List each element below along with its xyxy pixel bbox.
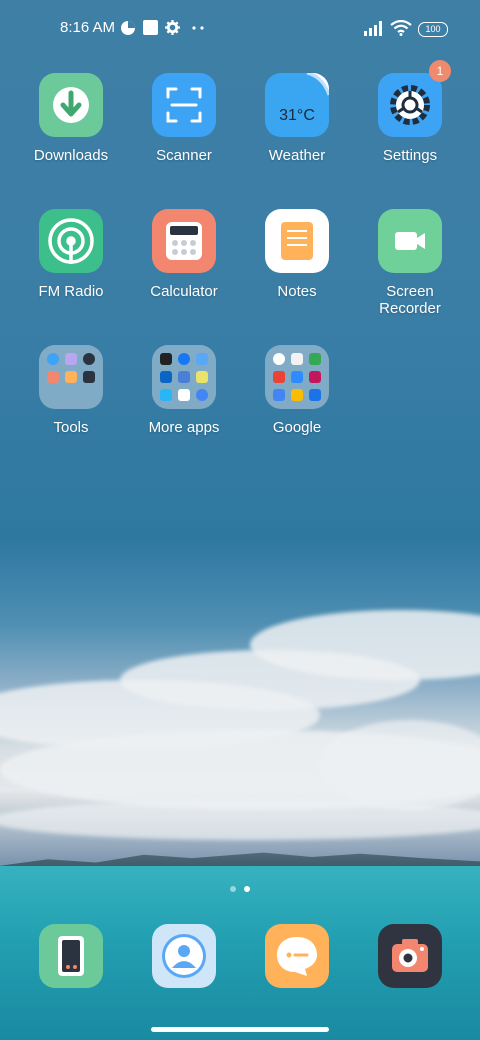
settings-notification-badge: 1	[429, 60, 451, 82]
battery-indicator: 100	[418, 22, 448, 37]
mini-app-icon	[178, 389, 190, 401]
mini-app-icon	[309, 389, 321, 401]
app-weather[interactable]: 31°C Weather	[247, 73, 347, 164]
signal-icon	[364, 21, 382, 36]
phone-app[interactable]	[39, 924, 103, 988]
mini-app-icon	[291, 389, 303, 401]
folder-label: Google	[272, 419, 322, 436]
tools-folder-icon	[39, 345, 103, 409]
app-label: Settings	[382, 147, 438, 164]
mini-app-icon	[47, 371, 59, 383]
mini-app-icon	[178, 353, 190, 365]
folder-label: Tools	[53, 419, 89, 436]
calculator-icon	[152, 209, 216, 273]
app-label: Notes	[277, 283, 317, 300]
mini-app-icon	[273, 389, 285, 401]
square-icon	[143, 20, 158, 35]
gear-icon	[165, 20, 180, 35]
mini-app-icon	[309, 371, 321, 383]
app-label: Screen Recorder	[379, 283, 441, 317]
app-notes[interactable]: Notes	[247, 209, 347, 300]
mini-app-icon	[160, 389, 172, 401]
radio-icon	[39, 209, 103, 273]
dock	[0, 924, 480, 988]
mini-app-icon	[291, 353, 303, 365]
phone-icon	[58, 936, 84, 976]
mini-app-icon	[160, 371, 172, 383]
app-label: FM Radio	[38, 283, 104, 300]
mini-app-icon	[65, 371, 77, 383]
folder-tools[interactable]: Tools	[21, 345, 121, 436]
folder-label: More apps	[148, 419, 220, 436]
mini-app-icon	[196, 371, 208, 383]
folder-google[interactable]: Google	[247, 345, 347, 436]
app-label: Downloads	[33, 147, 109, 164]
mini-app-icon	[309, 353, 321, 365]
mini-app-icon	[178, 371, 190, 383]
settings-icon	[378, 73, 442, 137]
mini-app-icon	[196, 389, 208, 401]
app-scanner[interactable]: Scanner	[134, 73, 234, 164]
scanner-icon	[152, 73, 216, 137]
gesture-navigation-bar[interactable]	[151, 1027, 329, 1032]
wifi-icon	[390, 20, 412, 36]
mini-app-icon	[273, 353, 285, 365]
more-apps-folder-icon	[152, 345, 216, 409]
camera-app[interactable]	[378, 924, 442, 988]
mini-app-icon	[83, 371, 95, 383]
notes-icon	[265, 209, 329, 273]
folder-more-apps[interactable]: More apps	[134, 345, 234, 436]
downloads-icon	[39, 73, 103, 137]
app-label: Scanner	[156, 147, 212, 164]
app-calculator[interactable]: Calculator	[134, 209, 234, 300]
more-notifications-icon	[192, 26, 204, 30]
weather-icon: 31°C	[265, 73, 329, 137]
app-downloads[interactable]: Downloads	[21, 73, 121, 164]
app-settings[interactable]: 1 Settings	[360, 60, 460, 164]
app-label: Calculator	[150, 283, 218, 300]
app-screen-recorder[interactable]: Screen Recorder	[360, 209, 460, 317]
mini-app-icon	[160, 353, 172, 365]
video-camera-icon	[378, 209, 442, 273]
mini-app-icon	[291, 371, 303, 383]
page-dot[interactable]	[230, 886, 236, 892]
google-folder-icon	[265, 345, 329, 409]
status-bar: 8:16 AM 100	[0, 14, 480, 42]
contacts-app[interactable]	[152, 924, 216, 988]
app-label: Weather	[268, 147, 326, 164]
mini-app-icon	[47, 353, 59, 365]
weather-temperature: 31°C	[279, 107, 315, 124]
contacts-icon	[162, 934, 206, 978]
data-saver-icon	[121, 21, 135, 35]
mini-app-icon	[196, 353, 208, 365]
mini-app-icon	[273, 371, 285, 383]
messages-app[interactable]	[265, 924, 329, 988]
page-indicator	[0, 879, 480, 897]
page-dot-active[interactable]	[244, 886, 250, 892]
mini-app-icon	[65, 353, 77, 365]
camera-icon	[392, 939, 428, 972]
clock: 8:16 AM	[60, 19, 116, 36]
mini-app-icon	[83, 353, 95, 365]
app-fm-radio[interactable]: FM Radio	[21, 209, 121, 300]
messages-icon	[277, 937, 317, 976]
